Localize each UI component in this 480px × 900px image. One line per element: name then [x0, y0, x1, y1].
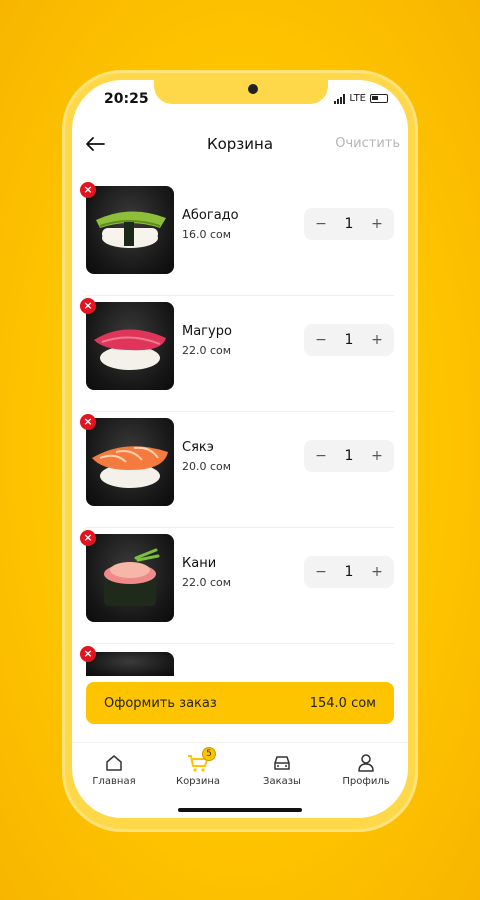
tab-home[interactable]: Главная	[72, 751, 156, 787]
remove-item-button[interactable]: ×	[80, 646, 96, 662]
cart-item-partial: ×	[80, 644, 394, 676]
tab-label: Профиль	[342, 776, 390, 787]
battery-icon	[370, 94, 388, 103]
home-icon	[106, 755, 122, 771]
cart-item: × Абогадо 16.0 сом − 1 +	[80, 180, 394, 296]
increase-button[interactable]: +	[370, 332, 384, 348]
cart-badge: 5	[202, 747, 216, 761]
remove-item-button[interactable]: ×	[80, 414, 96, 430]
quantity-stepper: − 1 +	[304, 324, 394, 356]
clear-cart-button[interactable]: Очистить	[335, 136, 400, 151]
network-label: LTE	[349, 93, 366, 104]
item-name: Кани	[182, 556, 217, 571]
cart-item: × Магуро 22.0 сом − 1 +	[80, 296, 394, 412]
quantity-stepper: − 1 +	[304, 440, 394, 472]
product-image	[86, 186, 174, 274]
item-price: 22.0 сом	[182, 576, 232, 589]
camera	[248, 84, 258, 94]
quantity-value: 1	[344, 564, 354, 580]
tab-label: Заказы	[263, 776, 301, 787]
increase-button[interactable]: +	[370, 216, 384, 232]
remove-item-button[interactable]: ×	[80, 298, 96, 314]
cart-item: × Кани 22.0 сом − 1 +	[80, 528, 394, 644]
quantity-stepper: − 1 +	[304, 556, 394, 588]
status-icons: LTE	[334, 93, 388, 104]
item-price: 20.0 сом	[182, 460, 232, 473]
header: Корзина Очистить	[72, 128, 408, 162]
product-image	[86, 534, 174, 622]
tab-label: Корзина	[175, 776, 221, 787]
orders-icon	[274, 756, 290, 770]
status-time: 20:25	[104, 91, 149, 107]
tab-cart[interactable]: 5 Корзина	[156, 747, 240, 787]
quantity-value: 1	[344, 448, 354, 464]
quantity-value: 1	[344, 332, 354, 348]
tab-orders[interactable]: Заказы	[240, 751, 324, 787]
home-indicator	[178, 808, 302, 812]
product-image	[86, 652, 174, 676]
increase-button[interactable]: +	[370, 564, 384, 580]
notch	[154, 80, 328, 104]
item-price: 22.0 сом	[182, 344, 232, 357]
item-name: Абогадо	[182, 208, 239, 223]
bottom-nav: Главная 5 Корзина Заказы Профиль	[72, 742, 408, 792]
signal-icon	[334, 93, 346, 104]
tab-profile[interactable]: Профиль	[324, 751, 408, 787]
item-price: 16.0 сом	[182, 228, 232, 241]
tab-label: Главная	[92, 776, 136, 787]
quantity-value: 1	[344, 216, 354, 232]
cart-list: × Абогадо 16.0 сом − 1 + × Магуро 22.0 с…	[72, 180, 408, 676]
remove-item-button[interactable]: ×	[80, 530, 96, 546]
cart-item: × Сякэ 20.0 сом − 1 +	[80, 412, 394, 528]
decrease-button[interactable]: −	[314, 216, 328, 232]
profile-icon	[358, 754, 374, 772]
order-total: 154.0 сом	[309, 695, 376, 711]
app-screen: 20:25 LTE Корзина Очистить × Абогадо 16.…	[72, 80, 408, 818]
decrease-button[interactable]: −	[314, 564, 328, 580]
quantity-stepper: − 1 +	[304, 208, 394, 240]
product-image	[86, 418, 174, 506]
checkout-label: Оформить заказ	[104, 695, 217, 711]
product-image	[86, 302, 174, 390]
remove-item-button[interactable]: ×	[80, 182, 96, 198]
item-name: Магуро	[182, 324, 232, 339]
decrease-button[interactable]: −	[314, 332, 328, 348]
increase-button[interactable]: +	[370, 448, 384, 464]
decrease-button[interactable]: −	[314, 448, 328, 464]
item-name: Сякэ	[182, 440, 214, 455]
checkout-button[interactable]: Оформить заказ 154.0 сом	[86, 682, 394, 724]
